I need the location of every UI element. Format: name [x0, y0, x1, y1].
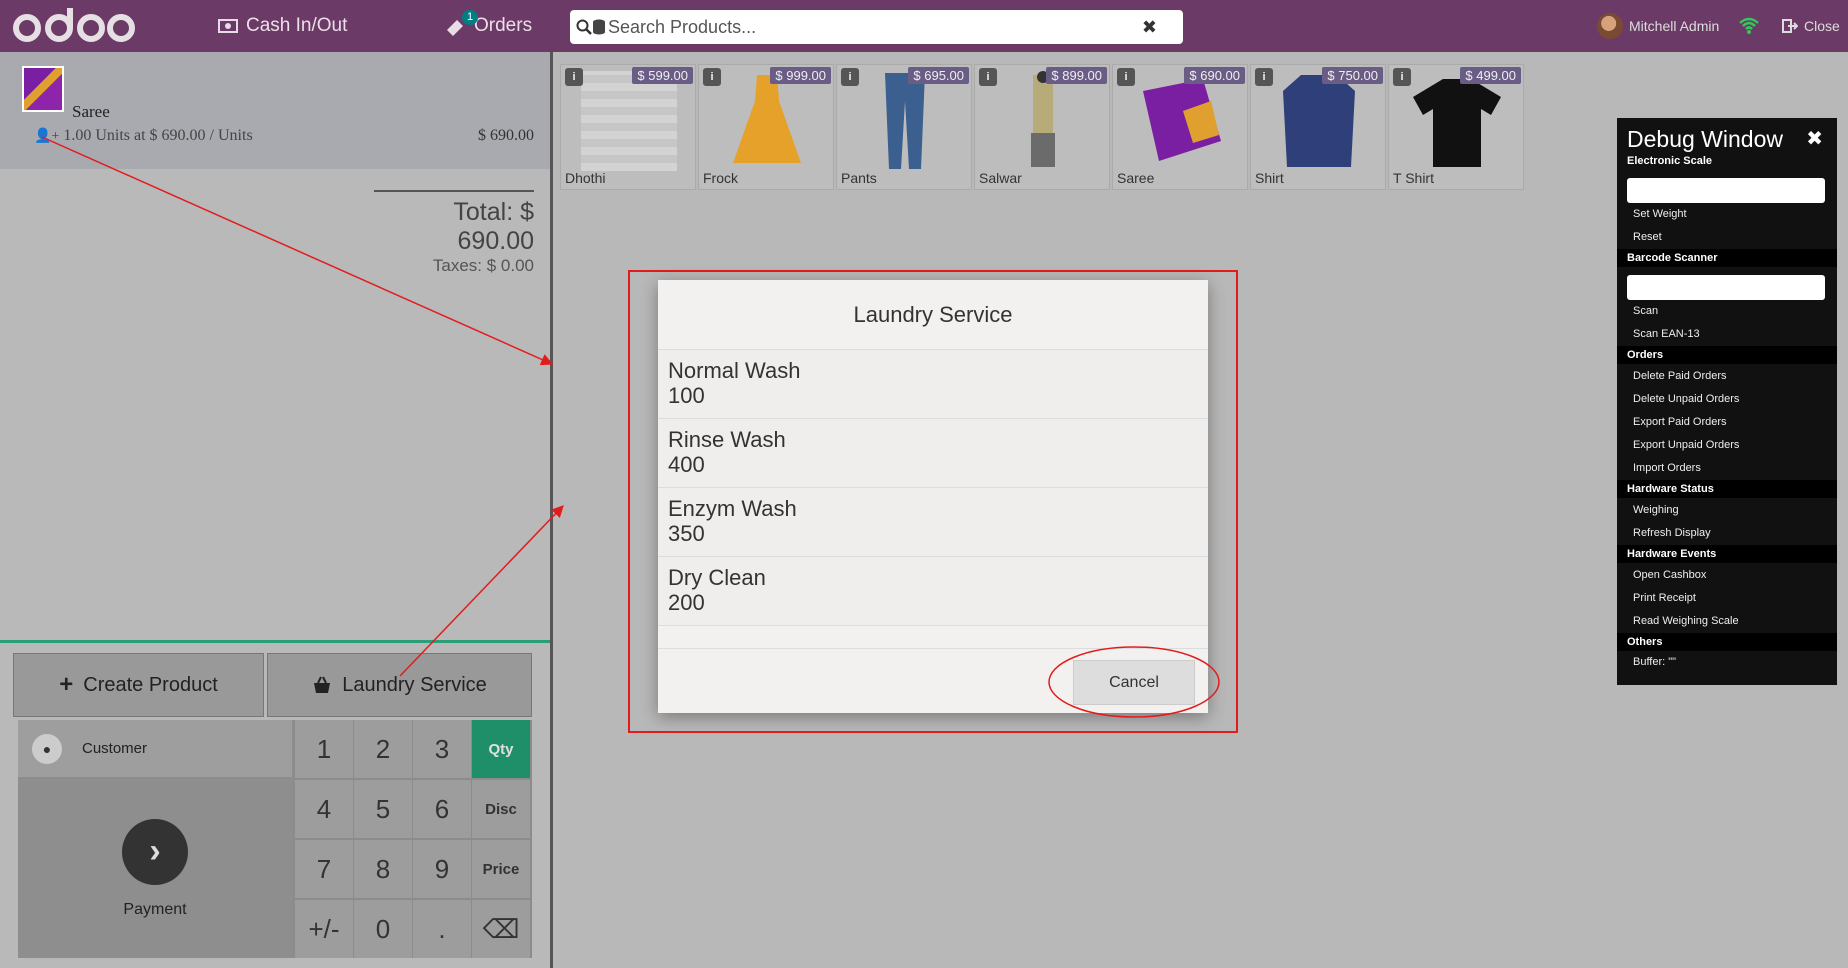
export-unpaid-orders-button[interactable]: Export Unpaid Orders [1633, 439, 1739, 451]
hardware-events-heading: Hardware Events [1617, 545, 1837, 563]
set-weight-button[interactable]: Set Weight [1633, 208, 1687, 220]
print-receipt-button[interactable]: Print Receipt [1633, 592, 1696, 604]
debug-window: Debug Window Electronic Scale ✖ Set Weig… [1617, 118, 1837, 685]
import-orders-button[interactable]: Import Orders [1633, 462, 1701, 474]
barcode-input[interactable] [1627, 275, 1825, 300]
read-weighing-scale-button[interactable]: Read Weighing Scale [1633, 615, 1739, 627]
delete-paid-orders-button[interactable]: Delete Paid Orders [1633, 370, 1727, 382]
buffer-value: Buffer: "" [1633, 656, 1677, 668]
debug-title: Debug Window [1627, 126, 1783, 152]
others-heading: Others [1617, 633, 1837, 651]
annotation-overlay [41, 136, 1220, 718]
delete-unpaid-orders-button[interactable]: Delete Unpaid Orders [1633, 393, 1739, 405]
barcode-scanner-heading: Barcode Scanner [1617, 249, 1837, 267]
annotation-ellipse-cancel [1048, 646, 1220, 718]
electronic-scale-heading: Electronic Scale [1627, 155, 1712, 167]
scan-button[interactable]: Scan [1633, 305, 1658, 317]
reset-button[interactable]: Reset [1633, 231, 1662, 243]
close-icon[interactable]: ✖ [1806, 126, 1823, 151]
orders-heading: Orders [1617, 346, 1837, 364]
annotation-arrow-1 [41, 136, 554, 366]
export-paid-orders-button[interactable]: Export Paid Orders [1633, 416, 1727, 428]
weight-input[interactable] [1627, 178, 1825, 203]
hardware-status-heading: Hardware Status [1617, 480, 1837, 498]
scan-ean13-button[interactable]: Scan EAN-13 [1633, 328, 1700, 340]
refresh-display-button[interactable]: Refresh Display [1633, 527, 1711, 539]
weighing-status[interactable]: Weighing [1633, 504, 1679, 516]
open-cashbox-button[interactable]: Open Cashbox [1633, 569, 1706, 581]
annotation-arrow-2 [399, 505, 564, 677]
